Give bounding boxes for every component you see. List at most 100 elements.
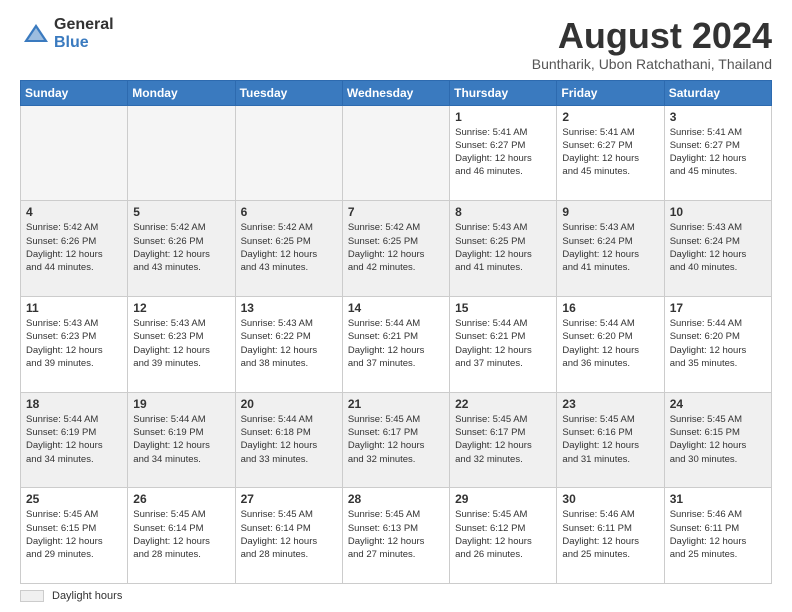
day-info: Sunrise: 5:45 AM Sunset: 6:14 PM Dayligh… [241, 508, 337, 561]
day-info: Sunrise: 5:45 AM Sunset: 6:15 PM Dayligh… [26, 508, 122, 561]
calendar-week: 11 Sunrise: 5:43 AM Sunset: 6:23 PM Dayli… [21, 296, 772, 392]
footer-legend: Daylight hours [20, 590, 772, 602]
calendar-week: 25 Sunrise: 5:45 AM Sunset: 6:15 PM Dayli… [21, 488, 772, 584]
day-number: 25 [26, 492, 122, 506]
day-info: Sunrise: 5:41 AM Sunset: 6:27 PM Dayligh… [455, 126, 551, 179]
calendar-day: 3 Sunrise: 5:41 AM Sunset: 6:27 PM Daylig… [664, 105, 771, 201]
day-info: Sunrise: 5:44 AM Sunset: 6:19 PM Dayligh… [133, 413, 229, 466]
calendar-day: 9 Sunrise: 5:43 AM Sunset: 6:24 PM Daylig… [557, 201, 664, 297]
header-row: SundayMondayTuesdayWednesdayThursdayFrid… [21, 80, 772, 105]
calendar-day: 15Sunrise: 5:44 AM Sunset: 6:21 PM Dayli… [450, 296, 557, 392]
day-info: Sunrise: 5:45 AM Sunset: 6:15 PM Dayligh… [670, 413, 766, 466]
calendar-day: 19 Sunrise: 5:44 AM Sunset: 6:19 PM Dayli… [128, 392, 235, 488]
logo-blue: Blue [54, 34, 114, 52]
day-number: 14 [348, 301, 444, 315]
title-section: August 2024 Buntharik, Ubon Ratchathani,… [532, 16, 772, 72]
day-number: 29 [455, 492, 551, 506]
day-number: 26 [133, 492, 229, 506]
calendar-day: 30Sunrise: 5:46 AM Sunset: 6:11 PM Dayli… [557, 488, 664, 584]
calendar-day: 12 Sunrise: 5:43 AM Sunset: 6:23 PM Dayli… [128, 296, 235, 392]
day-number: 2 [562, 110, 658, 124]
day-number: 18 [26, 397, 122, 411]
day-info: Sunrise: 5:42 AM Sunset: 6:26 PM Dayligh… [133, 221, 229, 274]
day-number: 16 [562, 301, 658, 315]
day-number: 12 [133, 301, 229, 315]
day-number: 19 [133, 397, 229, 411]
day-info: Sunrise: 5:43 AM Sunset: 6:24 PM Dayligh… [670, 221, 766, 274]
calendar-day: 26 Sunrise: 5:45 AM Sunset: 6:14 PM Dayli… [128, 488, 235, 584]
day-number: 17 [670, 301, 766, 315]
calendar-day: 2 Sunrise: 5:41 AM Sunset: 6:27 PM Daylig… [557, 105, 664, 201]
day-info: Sunrise: 5:45 AM Sunset: 6:12 PM Dayligh… [455, 508, 551, 561]
logo-general: General [54, 16, 114, 34]
logo: General Blue [20, 16, 114, 51]
calendar-day: 22Sunrise: 5:45 AM Sunset: 6:17 PM Dayli… [450, 392, 557, 488]
day-number: 9 [562, 205, 658, 219]
calendar-day: 25 Sunrise: 5:45 AM Sunset: 6:15 PM Dayli… [21, 488, 128, 584]
calendar-week: 4Sunrise: 5:42 AM Sunset: 6:26 PM Daylig… [21, 201, 772, 297]
day-info: Sunrise: 5:44 AM Sunset: 6:18 PM Dayligh… [241, 413, 337, 466]
calendar-day: 1Sunrise: 5:41 AM Sunset: 6:27 PM Daylig… [450, 105, 557, 201]
calendar-day: 18 Sunrise: 5:44 AM Sunset: 6:19 PM Dayli… [21, 392, 128, 488]
header: General Blue August 2024 Buntharik, Ubon… [20, 16, 772, 72]
day-number: 23 [562, 397, 658, 411]
day-header: Tuesday [235, 80, 342, 105]
calendar-table: SundayMondayTuesdayWednesdayThursdayFrid… [20, 80, 772, 584]
day-info: Sunrise: 5:44 AM Sunset: 6:19 PM Dayligh… [26, 413, 122, 466]
day-number: 31 [670, 492, 766, 506]
calendar-day: 17Sunrise: 5:44 AM Sunset: 6:20 PM Dayli… [664, 296, 771, 392]
calendar-day: 6Sunrise: 5:42 AM Sunset: 6:25 PM Daylig… [235, 201, 342, 297]
day-number: 5 [133, 205, 229, 219]
day-info: Sunrise: 5:44 AM Sunset: 6:20 PM Dayligh… [562, 317, 658, 370]
day-number: 20 [241, 397, 337, 411]
day-info: Sunrise: 5:45 AM Sunset: 6:17 PM Dayligh… [348, 413, 444, 466]
calendar-day: 10 Sunrise: 5:43 AM Sunset: 6:24 PM Dayli… [664, 201, 771, 297]
calendar-day: 11 Sunrise: 5:43 AM Sunset: 6:23 PM Dayli… [21, 296, 128, 392]
page: General Blue August 2024 Buntharik, Ubon… [0, 0, 792, 612]
calendar-day: 16 Sunrise: 5:44 AM Sunset: 6:20 PM Dayli… [557, 296, 664, 392]
day-info: Sunrise: 5:46 AM Sunset: 6:11 PM Dayligh… [670, 508, 766, 561]
day-info: Sunrise: 5:44 AM Sunset: 6:21 PM Dayligh… [348, 317, 444, 370]
calendar-day: 21Sunrise: 5:45 AM Sunset: 6:17 PM Dayli… [342, 392, 449, 488]
calendar-day: 31 Sunrise: 5:46 AM Sunset: 6:11 PM Dayli… [664, 488, 771, 584]
day-number: 3 [670, 110, 766, 124]
day-info: Sunrise: 5:43 AM Sunset: 6:23 PM Dayligh… [26, 317, 122, 370]
calendar-day: 23 Sunrise: 5:45 AM Sunset: 6:16 PM Dayli… [557, 392, 664, 488]
day-header: Monday [128, 80, 235, 105]
day-info: Sunrise: 5:45 AM Sunset: 6:16 PM Dayligh… [562, 413, 658, 466]
day-number: 10 [670, 205, 766, 219]
day-number: 28 [348, 492, 444, 506]
location: Buntharik, Ubon Ratchathani, Thailand [532, 56, 772, 72]
calendar-day: 7Sunrise: 5:42 AM Sunset: 6:25 PM Daylig… [342, 201, 449, 297]
day-info: Sunrise: 5:41 AM Sunset: 6:27 PM Dayligh… [670, 126, 766, 179]
calendar-day: 24 Sunrise: 5:45 AM Sunset: 6:15 PM Dayli… [664, 392, 771, 488]
day-number: 7 [348, 205, 444, 219]
day-info: Sunrise: 5:42 AM Sunset: 6:26 PM Dayligh… [26, 221, 122, 274]
day-number: 11 [26, 301, 122, 315]
day-number: 24 [670, 397, 766, 411]
legend-box [20, 590, 44, 602]
day-info: Sunrise: 5:43 AM Sunset: 6:24 PM Dayligh… [562, 221, 658, 274]
day-number: 22 [455, 397, 551, 411]
day-number: 27 [241, 492, 337, 506]
calendar-day [342, 105, 449, 201]
calendar-day [235, 105, 342, 201]
logo-text: General Blue [54, 16, 114, 51]
calendar-day: 29 Sunrise: 5:45 AM Sunset: 6:12 PM Dayli… [450, 488, 557, 584]
calendar-day: 13 Sunrise: 5:43 AM Sunset: 6:22 PM Dayli… [235, 296, 342, 392]
calendar-day: 8Sunrise: 5:43 AM Sunset: 6:25 PM Daylig… [450, 201, 557, 297]
day-info: Sunrise: 5:43 AM Sunset: 6:22 PM Dayligh… [241, 317, 337, 370]
day-info: Sunrise: 5:43 AM Sunset: 6:25 PM Dayligh… [455, 221, 551, 274]
day-info: Sunrise: 5:41 AM Sunset: 6:27 PM Dayligh… [562, 126, 658, 179]
day-header: Wednesday [342, 80, 449, 105]
day-info: Sunrise: 5:45 AM Sunset: 6:13 PM Dayligh… [348, 508, 444, 561]
calendar-day: 27 Sunrise: 5:45 AM Sunset: 6:14 PM Dayli… [235, 488, 342, 584]
calendar-day: 20 Sunrise: 5:44 AM Sunset: 6:18 PM Dayli… [235, 392, 342, 488]
calendar-day: 5 Sunrise: 5:42 AM Sunset: 6:26 PM Daylig… [128, 201, 235, 297]
calendar-week: 18 Sunrise: 5:44 AM Sunset: 6:19 PM Dayli… [21, 392, 772, 488]
day-header: Sunday [21, 80, 128, 105]
day-number: 13 [241, 301, 337, 315]
day-info: Sunrise: 5:45 AM Sunset: 6:14 PM Dayligh… [133, 508, 229, 561]
day-info: Sunrise: 5:43 AM Sunset: 6:23 PM Dayligh… [133, 317, 229, 370]
calendar-day: 28 Sunrise: 5:45 AM Sunset: 6:13 PM Dayli… [342, 488, 449, 584]
